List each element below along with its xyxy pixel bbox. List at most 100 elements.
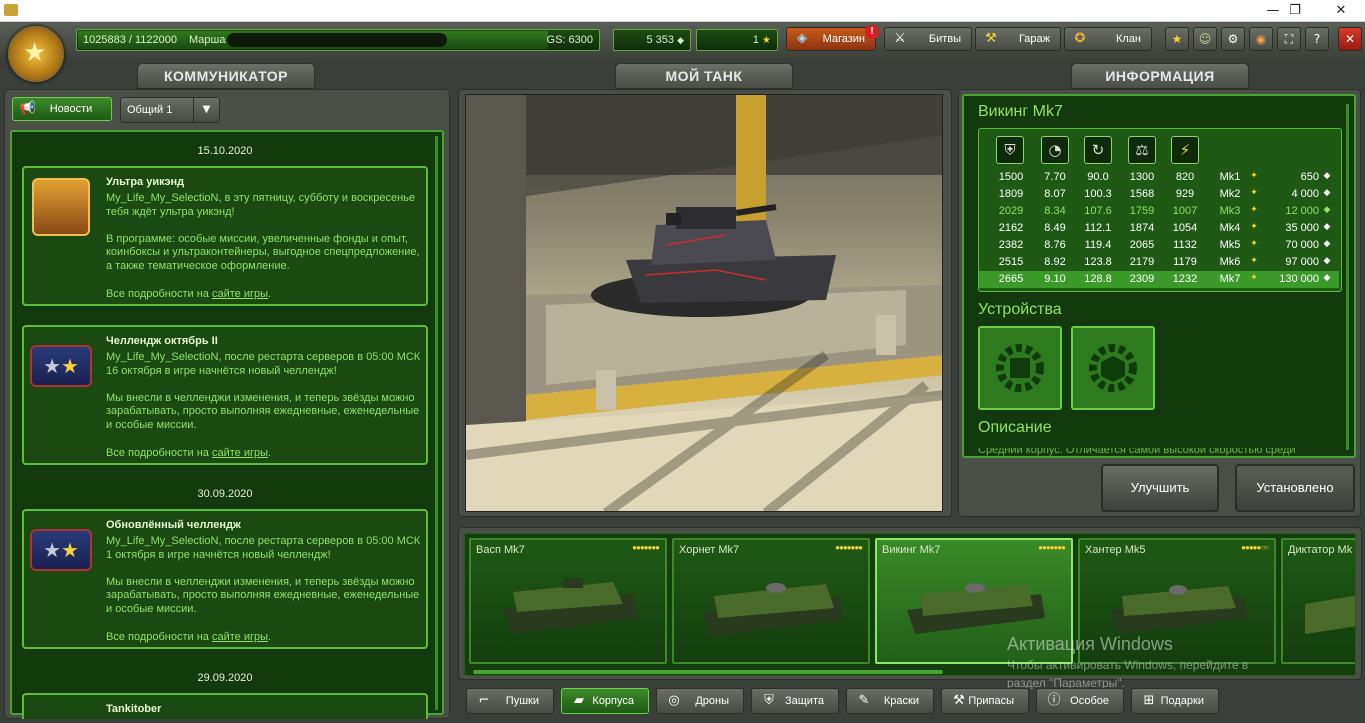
clan-button[interactable]: ✪ Клан [1064,27,1152,51]
clan-label: Клан [1115,33,1141,45]
fullscreen-icon[interactable]: ⛶ [1277,27,1301,51]
tab-label: Корпуса [592,695,634,707]
installed-button[interactable]: Установлено [1235,464,1355,512]
shield-icon: ⛨ [764,693,774,708]
crystal-icon: ◆ [677,36,684,46]
device-slot[interactable] [1071,326,1155,410]
stat-value: 2162 [998,222,1024,234]
crystal-icon: ◆ [1323,273,1331,283]
sound-icon[interactable]: ◉ [1249,27,1273,51]
stat-row-selected[interactable]: 2665 9.10 128.8 2309 1232 Mk7 ✦ 130 000 ◆ [979,271,1339,288]
stat-value: 1054 [1172,222,1198,234]
stat-value: 1809 [998,188,1024,200]
upgrade-dots: ●●●●●●● [835,543,863,552]
hull-list-scrollbar[interactable] [473,670,943,674]
more-text: Все подробности на [106,447,209,459]
help-icon[interactable]: ? [1305,27,1329,51]
stat-value: 2309 [1129,273,1155,285]
news-date: 29.09.2020 [197,672,253,684]
drone-icon: ◎ [668,693,680,708]
hull-name: Диктатор Mk [1288,544,1353,556]
settings-icon[interactable]: ⚙ [1221,27,1245,51]
stat-row[interactable]: 2029 8.34 107.6 1759 1007 Mk3 ✦ 12 000 ◆ [979,203,1339,220]
tab-special[interactable]: ⓘ Особое [1036,688,1124,714]
news-body: My_Life_My_SelectioN, после рестарта сер… [106,351,421,431]
hull-card[interactable]: Хорнет Mk7 ●●●●●●● [672,538,870,664]
cannon-icon: ⌐ [478,693,490,708]
restore-button[interactable]: ❐ [1272,0,1318,22]
stat-value: 128.8 [1084,273,1112,285]
mk-price: 4 000 [1291,188,1319,200]
upgrade-button[interactable]: Улучшить [1101,464,1219,512]
tab-drones[interactable]: ◎ Дроны [656,688,744,714]
tab-gifts[interactable]: ⊞ Подарки [1131,688,1219,714]
challenge-stars-icon: ★★ [30,345,92,387]
game-site-link[interactable]: сайте игры [212,288,268,300]
hull-name: Хантер Mk5 [1085,544,1146,556]
news-scrollbar[interactable] [435,136,438,710]
tab-hulls[interactable]: ▰ Корпуса [561,688,649,714]
stat-row[interactable]: 2382 8.76 119.4 2065 1132 Mk5 ✦ 70 000 ◆ [979,237,1339,254]
hull-card[interactable]: Диктатор Mk [1281,538,1355,664]
shop-alert-badge: ! [865,25,879,39]
more-dot: . [268,447,272,459]
stat-row[interactable]: 2162 8.49 112.1 1874 1054 Mk4 ✦ 35 000 ◆ [979,220,1339,237]
mk-level: Mk7 [1219,273,1241,285]
friends-icon[interactable]: ☺ [1193,27,1217,51]
game-site-link[interactable]: сайте игры [212,631,268,643]
tab-weapons[interactable]: ⌐ Пушки [466,688,554,714]
crystal-icon: ◆ [1323,222,1331,232]
battles-label: Битвы [928,33,961,45]
challenge-stars-icon: ★★ [30,529,92,571]
close-icon[interactable]: ✕ [1338,27,1362,51]
hull-name: Викинг Mk7 [882,544,941,556]
treasure-chest-icon [32,178,90,236]
stat-value: 123.8 [1084,256,1112,268]
channel-select[interactable]: Общий 1 ▼ [120,97,220,123]
stat-row[interactable]: 1500 7.70 90.0 1300 820 Mk1 ✦ 650 ◆ [979,169,1339,186]
chevron-down-icon[interactable]: ▼ [193,98,219,122]
speed-icon: ◔ [1041,136,1069,164]
hull-hornet-icon [702,583,842,636]
news-button[interactable]: 📢 Новости [12,97,112,121]
battles-button[interactable]: ⚔ Битвы [884,27,972,51]
hull-wasp-icon [503,578,638,634]
special-icon: ⓘ [1047,693,1061,708]
more-text: Все подробности на [106,631,209,643]
more-text: Все подробности на [106,288,209,300]
news-more: Все подробности на сайте игры. [106,447,271,459]
shop-button[interactable]: ◈ Магазин [786,27,876,51]
stat-value: 929 [1175,188,1195,200]
news-label: Новости [49,103,93,115]
news-card: Tankitober [22,693,428,719]
news-card: ★★ Челлендж октябрь II My_Life_My_Select… [22,325,428,465]
tab-protection[interactable]: ⛨ Защита [751,688,839,714]
star-icon[interactable]: ★ [1165,27,1189,51]
upgrade-dots: ●●●●●●● [1038,543,1066,552]
stat-value: 1132 [1173,239,1197,251]
info-scrollbar[interactable] [1346,104,1349,450]
garage-button[interactable]: ⚒ Гараж [975,27,1061,51]
stat-row[interactable]: 1809 8.07 100.3 1568 929 Mk2 ✦ 4 000 ◆ [979,186,1339,203]
stat-value: 820 [1175,171,1195,183]
tab-supplies[interactable]: ⚒ Припасы [941,688,1029,714]
crystal-icon: ◆ [1323,239,1331,249]
crystal-icon: ◆ [1323,171,1331,181]
news-more: Все подробности на сайте игры. [106,631,271,643]
paint-icon: ✎ [858,693,870,708]
supplies-icon: ⚒ [953,693,965,708]
device-cube-icon [1089,344,1137,392]
game-site-link[interactable]: сайте игры [212,447,268,459]
rank-badge-icon[interactable]: ★ [8,26,64,82]
tank-preview-viewport[interactable] [465,94,943,512]
description-text: Средний корпус. Отличается самой высокой… [978,448,1318,457]
hull-list[interactable]: Васп Mk7 ●●●●●●● Хорнет Mk7 ●●●●●●● Викинг… [464,533,1356,676]
tab-paints[interactable]: ✎ Краски [846,688,934,714]
stat-row[interactable]: 2515 8.92 123.8 2179 1179 Mk6 ✦ 97 000 ◆ [979,254,1339,271]
stars-counter: 1 ★ [696,29,778,51]
more-dot: . [268,631,272,643]
hull-card[interactable]: Васп Mk7 ●●●●●●● [469,538,667,664]
device-slot[interactable] [978,326,1062,410]
crystal-icon: ◆ [1323,256,1331,266]
close-window-button[interactable]: ✕ [1318,0,1364,22]
